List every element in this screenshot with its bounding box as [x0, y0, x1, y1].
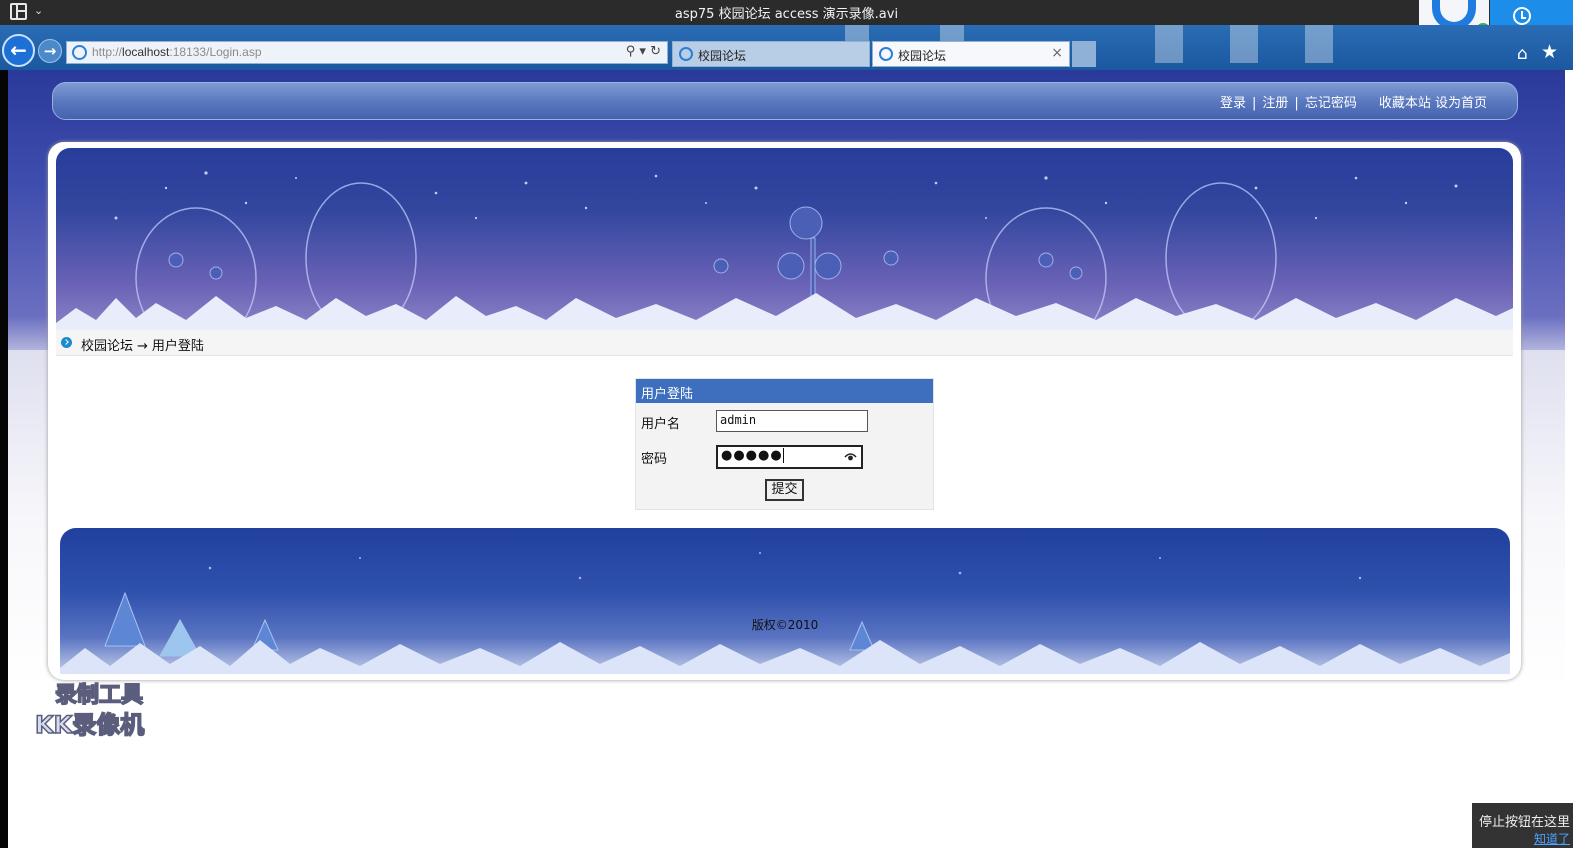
- main-frame: 校园论坛 → 用户登陆 用户登陆 用户名 admin 密码 ●●●●● 提交 版…: [48, 142, 1521, 680]
- username-label: 用户名: [641, 417, 681, 432]
- nav-separator: |: [1252, 96, 1257, 111]
- text-caret: [782, 448, 784, 463]
- favorites-star-icon[interactable]: ★: [1541, 41, 1558, 63]
- player-title-bar: ⌄ asp75 校园论坛 access 演示录像.avi: [0, 0, 1573, 25]
- password-mask: ●●●●●: [721, 448, 783, 463]
- stop-button-tooltip: 停止按钮在这里 知道了: [1472, 803, 1573, 848]
- footer-banner: 版权©2010: [60, 528, 1510, 674]
- search-icon[interactable]: ⚲: [626, 44, 636, 59]
- chevron-right-icon: [61, 337, 72, 348]
- address-bar[interactable]: http://localhost:18133/Login.asp ⚲ ▾ ↻: [66, 41, 668, 64]
- username-input[interactable]: admin: [716, 410, 868, 432]
- browser-tab[interactable]: 校园论坛: [672, 41, 870, 67]
- breadcrumb-current: 用户登陆: [151, 339, 204, 354]
- browser-tab-active[interactable]: 校园论坛 ×: [872, 41, 1070, 67]
- home-icon[interactable]: ⌂: [1517, 44, 1528, 64]
- login-form: 用户登陆 用户名 admin 密码 ●●●●● 提交: [635, 378, 934, 510]
- login-form-title: 用户登陆: [636, 379, 933, 403]
- web-page: 登录 | 注册 | 忘记密码 收藏本站 设为首页 校园论坛 → 用户登陆 用户登…: [0, 70, 1573, 848]
- url-text: http://localhost:18133/Login.asp: [92, 45, 262, 59]
- copyright-text: 版权©2010: [751, 618, 819, 632]
- back-button[interactable]: ←: [2, 34, 35, 67]
- reveal-password-icon[interactable]: [844, 451, 857, 462]
- breadcrumb-trail: 校园论坛 → 用户登陆: [81, 335, 204, 354]
- ie-tab-icon: [879, 47, 893, 61]
- breadcrumb-home-link[interactable]: 校园论坛: [81, 339, 133, 354]
- tooltip-text: 停止按钮在这里: [1479, 815, 1571, 830]
- password-input[interactable]: ●●●●●: [716, 445, 863, 469]
- ie-tab-icon: [679, 47, 693, 61]
- breadcrumb: 校园论坛 → 用户登陆: [56, 330, 1513, 356]
- set-homepage-link[interactable]: 设为首页: [1435, 92, 1487, 111]
- browser-toolbar: ← → http://localhost:18133/Login.asp ⚲ ▾…: [0, 25, 1573, 70]
- refresh-icon[interactable]: ↻: [650, 44, 661, 59]
- watermark-line-2: KK录像机: [34, 710, 145, 740]
- new-tab-button[interactable]: [1072, 41, 1096, 67]
- tab-label: 校园论坛: [698, 49, 747, 63]
- nav-separator: |: [1294, 96, 1299, 111]
- clock-icon: [1513, 7, 1531, 25]
- forgot-password-link[interactable]: 忘记密码: [1305, 92, 1357, 111]
- password-label: 密码: [641, 452, 668, 467]
- forward-button[interactable]: →: [38, 39, 62, 63]
- address-tools: ⚲ ▾ ↻: [626, 44, 661, 59]
- login-link[interactable]: 登录: [1220, 92, 1246, 111]
- recorder-watermark: 录制工具 KK录像机: [34, 677, 175, 740]
- top-nav-bar: 登录 | 注册 | 忘记密码 收藏本站 设为首页: [52, 82, 1518, 120]
- close-icon[interactable]: ×: [1051, 45, 1063, 61]
- tooltip-dismiss-link[interactable]: 知道了: [1534, 830, 1570, 847]
- header-banner: [56, 148, 1513, 330]
- breadcrumb-arrow: →: [137, 339, 148, 354]
- ie-page-icon: [72, 45, 87, 60]
- desktop-thumbnail: [1305, 25, 1333, 63]
- submit-button[interactable]: 提交: [765, 479, 804, 501]
- register-link[interactable]: 注册: [1262, 92, 1288, 111]
- tab-label: 校园论坛: [898, 49, 947, 63]
- top-nav-links: 登录 | 注册 | 忘记密码 收藏本站 设为首页: [1220, 92, 1487, 111]
- footer-artwork: [60, 552, 1510, 674]
- dropdown-icon[interactable]: ▾: [639, 44, 646, 59]
- desktop-thumbnail: [1155, 25, 1183, 63]
- video-title: asp75 校园论坛 access 演示录像.avi: [674, 7, 899, 22]
- banner-artwork: [56, 171, 1513, 330]
- window-edge: [0, 70, 8, 848]
- bookmark-link[interactable]: 收藏本站: [1379, 92, 1431, 111]
- desktop-thumbnail: [1230, 25, 1258, 63]
